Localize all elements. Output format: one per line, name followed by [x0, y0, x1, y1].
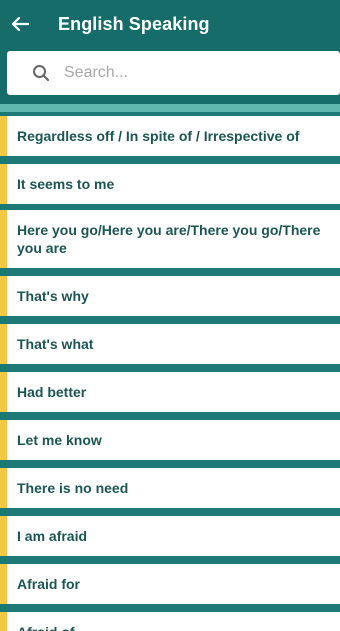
list-item[interactable]: There is no need: [0, 468, 340, 508]
page-title: English Speaking: [58, 13, 210, 34]
list-item[interactable]: That's why: [0, 276, 340, 316]
list-item[interactable]: Afraid for: [0, 564, 340, 604]
list-item-label: Had better: [17, 384, 87, 400]
search-box[interactable]: [7, 51, 340, 95]
list-item[interactable]: Regardless off / In spite of / Irrespect…: [0, 116, 340, 156]
list-item-label: Regardless off / In spite of / Irrespect…: [17, 128, 300, 144]
list-item[interactable]: Here you go/Here you are/There you go/Th…: [0, 210, 340, 268]
list-item[interactable]: Had better: [0, 372, 340, 412]
list-item[interactable]: It seems to me: [0, 164, 340, 204]
list-item-label: That's what: [17, 336, 94, 352]
list-item-label: It seems to me: [17, 176, 115, 192]
list-item-label: Here you go/Here you are/There you go/Th…: [17, 222, 321, 256]
list-item-label: There is no need: [17, 480, 129, 496]
list-item[interactable]: I am afraid: [0, 516, 340, 556]
app-bar: English Speaking: [0, 0, 340, 48]
search-icon: [30, 62, 52, 84]
search-input[interactable]: [64, 64, 314, 82]
search-bar: [0, 48, 340, 104]
list-item-label: I am afraid: [17, 528, 88, 544]
back-button[interactable]: [0, 0, 40, 48]
arrow-left-icon: [11, 16, 29, 32]
list-item[interactable]: Afraid of: [0, 612, 340, 631]
list-item-label: Afraid of: [17, 623, 75, 631]
list-item-label: Let me know: [17, 432, 102, 448]
header-divider: [0, 104, 340, 112]
list-item[interactable]: That's what: [0, 324, 340, 364]
list-item-label: That's why: [17, 288, 89, 304]
list-item[interactable]: Let me know: [0, 420, 340, 460]
list-item-label: Afraid for: [17, 576, 80, 592]
